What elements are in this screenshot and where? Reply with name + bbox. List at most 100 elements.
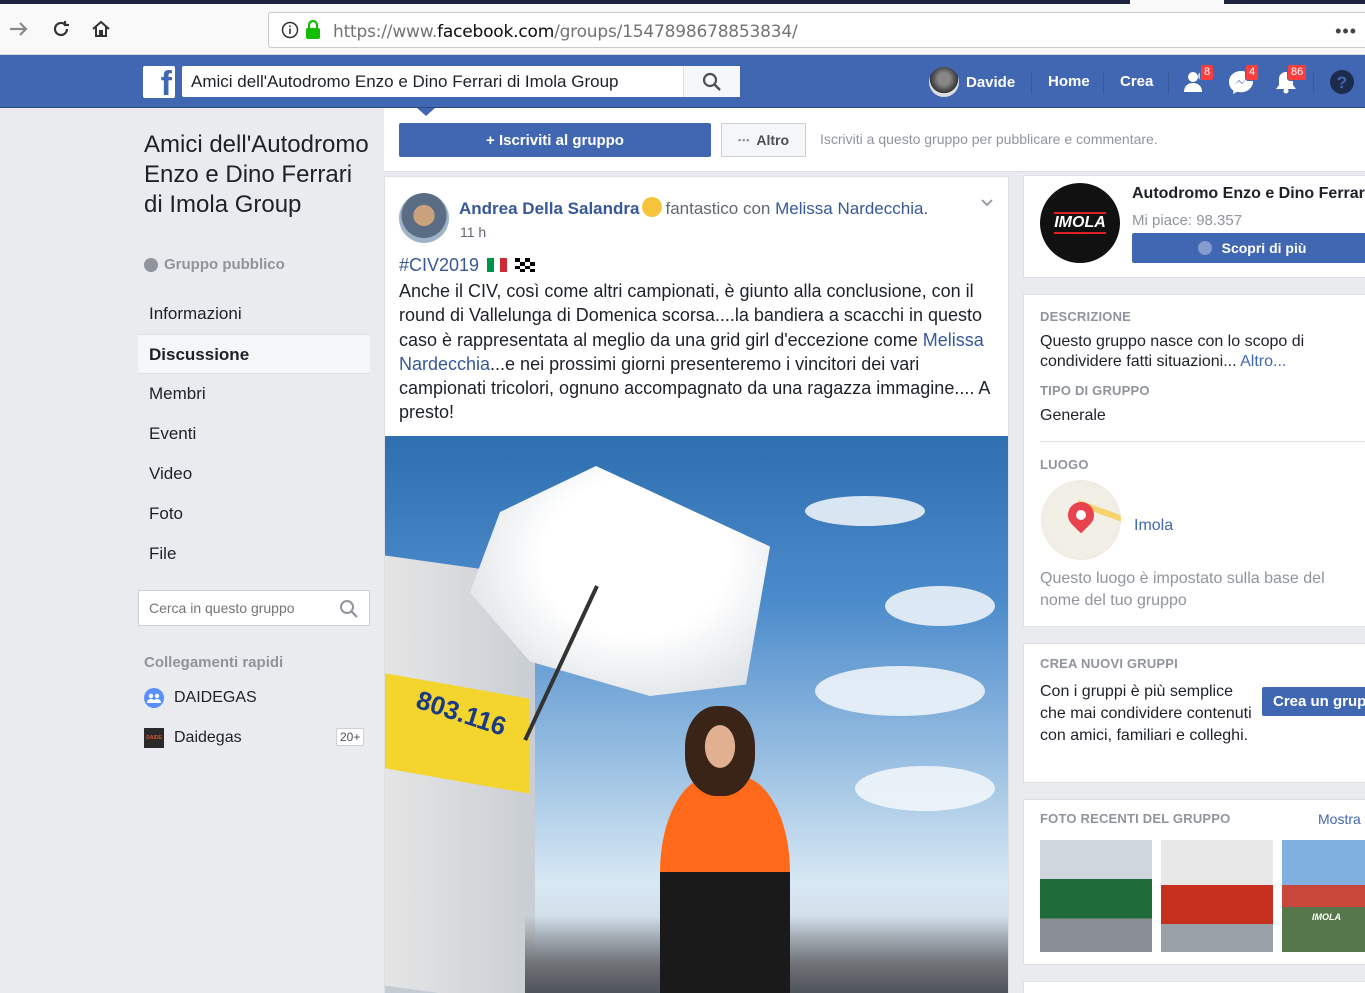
more-button[interactable]: ••• Altro bbox=[721, 123, 806, 157]
cloud bbox=[805, 496, 925, 526]
group-nav-members[interactable]: Membri bbox=[138, 374, 370, 414]
search-button[interactable] bbox=[683, 66, 740, 97]
description-text: Questo gruppo nasce con lo scopo di cond… bbox=[1040, 332, 1340, 372]
group-nav-files[interactable]: File bbox=[138, 534, 370, 574]
italy-flag-icon bbox=[487, 258, 508, 272]
create-groups-card: CREA NUOVI GRUPPI Con i gruppi è più sem… bbox=[1023, 643, 1365, 783]
show-all-link[interactable]: Mostra tutto bbox=[1318, 811, 1365, 827]
post-hashtag-line: #CIV2019 bbox=[399, 255, 536, 276]
avatar bbox=[929, 67, 959, 97]
map-thumbnail[interactable] bbox=[1041, 480, 1121, 560]
hashtag-link[interactable]: #CIV2019 bbox=[399, 255, 479, 275]
group-nav-videos[interactable]: Video bbox=[138, 454, 370, 494]
description-title: DESCRIZIONE bbox=[1040, 309, 1132, 324]
group-nav-photos[interactable]: Foto bbox=[138, 494, 370, 534]
discover-more-button[interactable]: Scopri di più bbox=[1132, 233, 1365, 263]
search-icon[interactable] bbox=[339, 599, 359, 619]
friend-requests-badge: 8 bbox=[1200, 64, 1215, 81]
facebook-top-bar: f Davide Home Crea 8 4 86 ? bbox=[0, 55, 1365, 108]
description-more-link[interactable]: Altro... bbox=[1240, 353, 1286, 370]
divider bbox=[1313, 73, 1314, 93]
quick-link-daidegas-group[interactable]: DAIDEGAS bbox=[144, 688, 257, 708]
home-icon[interactable] bbox=[86, 14, 116, 44]
author-avatar[interactable] bbox=[399, 193, 449, 243]
messages-badge: 4 bbox=[1245, 64, 1260, 81]
url-prefix: https://www. bbox=[333, 22, 438, 42]
post-card: Andrea Della Salandra fantastico con Meli… bbox=[384, 176, 1009, 993]
search-icon bbox=[702, 72, 721, 91]
post-options-chevron-icon[interactable] bbox=[980, 195, 994, 213]
location-link[interactable]: Imola bbox=[1134, 516, 1173, 536]
url-text: https://www.facebook.com/groups/15478986… bbox=[333, 22, 798, 42]
location-title: LUOGO bbox=[1040, 457, 1089, 472]
group-nav-events[interactable]: Eventi bbox=[138, 414, 370, 454]
facebook-logo-icon[interactable]: f bbox=[143, 66, 175, 98]
profile-link[interactable]: Davide bbox=[929, 67, 1015, 97]
discover-more-label: Scopri di più bbox=[1221, 240, 1307, 256]
group-nav: Informazioni Discussione Membri Eventi V… bbox=[138, 294, 370, 574]
page-likes: Mi piace: 98.357 bbox=[1132, 212, 1243, 229]
feeling-emoji-icon bbox=[642, 197, 663, 217]
quick-link-daidegas-page[interactable]: DAIDE Daidegas bbox=[144, 728, 242, 748]
daidegas-page-icon: DAIDE bbox=[144, 728, 164, 748]
recent-photos-title: FOTO RECENTI DEL GRUPPO bbox=[1040, 811, 1231, 826]
friend-requests-button[interactable]: 8 bbox=[1180, 64, 1215, 97]
recent-photo-1[interactable] bbox=[1040, 840, 1152, 952]
create-group-button[interactable]: Crea un gruppo bbox=[1262, 687, 1365, 716]
page-actions-menu-icon[interactable]: ••• bbox=[1335, 21, 1357, 42]
group-nav-discussion[interactable]: Discussione bbox=[138, 334, 370, 374]
messenger-button[interactable]: 4 bbox=[1225, 64, 1260, 97]
page-name-link[interactable]: Autodromo Enzo e Dino Ferrari bbox=[1132, 185, 1365, 203]
post-timestamp[interactable]: 11 h bbox=[460, 224, 486, 240]
cloud bbox=[815, 666, 985, 716]
url-path: /groups/1547898678853834/ bbox=[554, 22, 798, 42]
active-tab[interactable] bbox=[1130, 0, 1224, 4]
globe-icon bbox=[144, 257, 158, 272]
post-author-link[interactable]: Andrea Della Salandra bbox=[459, 199, 639, 218]
global-search-input[interactable] bbox=[182, 66, 682, 97]
reload-icon[interactable] bbox=[46, 14, 76, 44]
url-domain: facebook.com bbox=[437, 22, 555, 42]
svg-text:?: ? bbox=[1337, 73, 1347, 92]
profile-name: Davide bbox=[966, 73, 1016, 91]
quick-link-label: Daidegas bbox=[174, 729, 242, 746]
quick-link-label: DAIDEGAS bbox=[174, 689, 257, 706]
info-icon[interactable] bbox=[281, 21, 299, 44]
browser-toolbar: https://www.facebook.com/groups/15478986… bbox=[0, 0, 1365, 55]
lock-icon[interactable] bbox=[305, 19, 321, 45]
group-search-input[interactable] bbox=[139, 591, 329, 625]
map-pin-icon bbox=[1062, 496, 1100, 534]
group-privacy-label: Gruppo pubblico bbox=[164, 256, 285, 273]
divider bbox=[1103, 73, 1104, 93]
tab-strip bbox=[0, 0, 1365, 4]
home-link[interactable]: Home bbox=[1048, 73, 1090, 90]
logo-text: IMOLA bbox=[1054, 212, 1106, 234]
checkered-flag-icon bbox=[515, 258, 536, 272]
group-type-title: TIPO DI GRUPPO bbox=[1040, 383, 1150, 398]
address-bar[interactable]: https://www.facebook.com/groups/15478986… bbox=[268, 12, 1365, 48]
post-text: Anche il CIV, così come altri campionati… bbox=[399, 279, 999, 425]
recent-photo-3[interactable]: IMOLA bbox=[1282, 840, 1365, 952]
photo-overlay-text: IMOLA bbox=[1312, 912, 1341, 922]
join-group-button[interactable]: + Iscriviti al gruppo bbox=[399, 123, 711, 157]
group-title[interactable]: Amici dell'Autodromo Enzo e Dino Ferrari… bbox=[144, 130, 374, 220]
logo-letter: f bbox=[160, 66, 172, 98]
recent-photos-card: FOTO RECENTI DEL GRUPPO Mostra tutto IMO… bbox=[1023, 799, 1365, 965]
dots-icon: ••• bbox=[737, 135, 751, 145]
notifications-button[interactable]: 86 bbox=[1270, 64, 1308, 97]
page-card: IMOLA Autodromo Enzo e Dino Ferrari Mi p… bbox=[1023, 175, 1365, 278]
group-privacy: Gruppo pubblico bbox=[144, 256, 285, 273]
create-link[interactable]: Crea bbox=[1120, 73, 1153, 90]
tagged-friend-link[interactable]: Melissa Nardecchia bbox=[775, 199, 923, 218]
global-search bbox=[182, 66, 740, 97]
recent-photo-2[interactable] bbox=[1161, 840, 1273, 952]
group-nav-info[interactable]: Informazioni bbox=[138, 294, 370, 334]
tagged-suffix: . bbox=[923, 199, 929, 218]
imola-logo[interactable]: IMOLA bbox=[1040, 183, 1120, 263]
post-header: Andrea Della Salandra fantastico con Meli… bbox=[459, 197, 928, 219]
forward-icon[interactable] bbox=[4, 14, 34, 44]
post-feeling: fantastico con bbox=[665, 199, 771, 218]
help-button[interactable]: ? bbox=[1326, 67, 1358, 97]
post-photo[interactable]: 803.116 bbox=[385, 436, 1008, 993]
next-card bbox=[1023, 981, 1365, 993]
